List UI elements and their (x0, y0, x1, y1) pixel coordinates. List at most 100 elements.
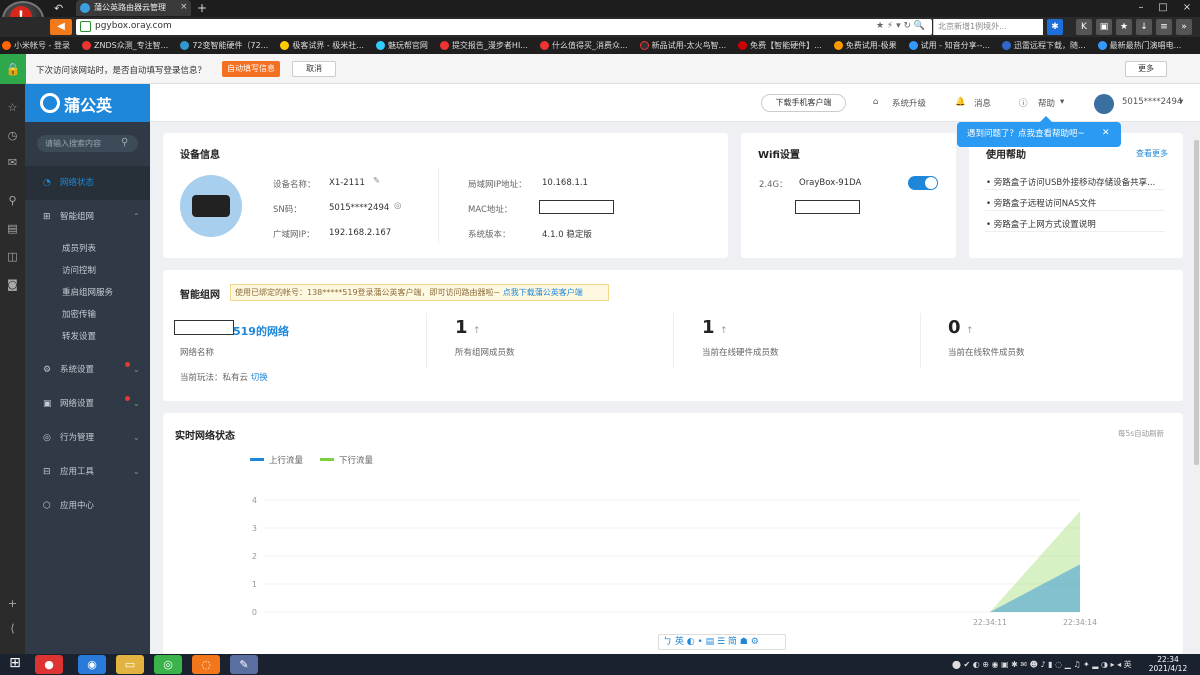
more-button[interactable]: 更多 (1125, 61, 1167, 77)
windows-start-icon[interactable]: ⊞ (5, 655, 25, 674)
bookmark-item[interactable]: 免费【智能硬件】... (738, 40, 822, 51)
mac-value-redacted (539, 200, 614, 214)
bookmark-item[interactable]: 小米帐号 - 登录 (2, 40, 70, 51)
bookmark-item[interactable]: 72变智能硬件（72... (180, 40, 268, 51)
brand-name[interactable]: 蒲公英 (64, 92, 112, 116)
help-item[interactable]: • 旁路盒子访问USB外接移动存储设备共享... (986, 176, 1155, 188)
scrollbar-thumb[interactable] (1194, 140, 1199, 465)
download-client-link[interactable]: 点我下载蒲公英客户端 (503, 288, 583, 297)
paint-icon[interactable]: ✎ (230, 655, 258, 674)
nav-encrypted-transfer[interactable]: 加密传输 (25, 304, 150, 326)
toolbar-icon[interactable]: K (1076, 19, 1092, 35)
bookmark-item[interactable]: ZNDS众测_专注智... (81, 40, 168, 51)
wan-ip-label: 广域网IP： (273, 230, 315, 240)
extension-icon[interactable]: ✱ (1047, 19, 1063, 35)
search-icon[interactable]: ⚲ (6, 194, 19, 207)
mail-icon[interactable]: ✉ (6, 156, 19, 169)
history-icon[interactable]: ◷ (6, 129, 19, 142)
bookmark-item[interactable]: 免费试用-极果 (833, 40, 897, 51)
chevron-down-icon[interactable]: ▾ (1179, 97, 1183, 107)
nav-app-center[interactable]: ⬡ 应用中心 (25, 489, 150, 523)
bell-icon[interactable]: 🔔 (955, 97, 966, 107)
bookmark-item[interactable]: 提交报告_漫步者HI... (439, 40, 528, 51)
nav-restart-service[interactable]: 重启组网服务 (25, 282, 150, 304)
nav-smart-network[interactable]: ⊞ 智能组网 ⌃ (25, 200, 150, 234)
help-tooltip[interactable]: 遇到问题了？点我查看帮助吧~ (957, 122, 1121, 147)
avatar[interactable] (1094, 94, 1114, 114)
bookmark-item[interactable]: 什么值得买_消费众... (539, 40, 628, 51)
add-icon[interactable]: + (6, 597, 19, 610)
help-item[interactable]: • 旁路盒子上网方式设置说明 (986, 218, 1096, 230)
nav-app-tools[interactable]: ⊟ 应用工具 ⌄ (25, 455, 150, 489)
help-item-text: 旁路盒子上网方式设置说明 (993, 220, 1096, 230)
menu-icon[interactable]: ≡ (1156, 19, 1172, 35)
download-icon[interactable]: ↓ (1136, 19, 1152, 35)
collapse-icon[interactable]: ⟨ (6, 622, 19, 635)
nav-member-list[interactable]: 成员列表 (25, 238, 150, 260)
upgrade-icon[interactable]: ⌂ (873, 97, 878, 107)
download-client-button[interactable]: 下载手机客户端 (761, 94, 846, 112)
close-tab-icon[interactable]: × (180, 2, 188, 12)
autofill-button[interactable]: 自动填写信息 (222, 61, 280, 77)
divider (920, 313, 921, 368)
switch-mode-link[interactable]: 切换 (251, 373, 268, 383)
messages-link[interactable]: 消息 (974, 97, 991, 109)
bag-icon[interactable]: ◫ (6, 250, 19, 263)
help-menu[interactable]: 帮助 (1038, 97, 1055, 109)
nav-system-settings[interactable]: ⚙ 系统设置 ⌄ (25, 353, 150, 387)
network-name[interactable]: 519的网络 (233, 323, 289, 339)
nav-forward-settings[interactable]: 转发设置 (25, 326, 150, 348)
nav-network-settings[interactable]: ▣ 网络设置 ⌄ (25, 387, 150, 421)
window-close-icon[interactable]: × (1176, 0, 1198, 16)
system-tray[interactable]: ⬤ ✔ ◐ ⊕ ◉ ▣ ✱ ✉ ☻ ♪ ▮ ◌ ▁ ♫ ✦ ▂ ◑ ▸ ◂ 英 (952, 659, 1132, 670)
account-name[interactable]: 5015****2494 (1122, 97, 1182, 107)
bookmark-item[interactable]: 最新最热门演唱电... (1097, 40, 1181, 51)
help-icon[interactable]: ⓘ (1019, 97, 1028, 109)
nav-access-control[interactable]: 访问控制 (25, 260, 150, 282)
minimize-icon[interactable]: – (1130, 0, 1152, 16)
notes-icon[interactable]: ▤ (6, 222, 19, 235)
help-item[interactable]: • 旁路盒子远程访问NAS文件 (986, 197, 1096, 209)
close-icon[interactable]: ✕ (1102, 128, 1110, 138)
ime-toolbar[interactable]: ㄅ 英 ◐ • ▤ ☰ 简 ☗ ⚙ (658, 634, 786, 650)
device-info-title: 设备信息 (180, 150, 220, 161)
legend-download-label[interactable]: 下行流量 (339, 454, 373, 466)
help-more-link[interactable]: 查看更多 (1136, 148, 1168, 159)
bookmark-item[interactable]: 魅玩帮官网 (375, 40, 428, 51)
bookmark-item[interactable]: 迅雷远程下载，随... (1002, 40, 1086, 51)
bookmark-item[interactable]: 新品试用-太火鸟智... (639, 40, 726, 51)
cancel-button[interactable]: 取消 (292, 61, 336, 77)
chevron-down-icon[interactable]: ▾ (1060, 97, 1064, 107)
url-input[interactable] (76, 19, 932, 35)
bookmark-item[interactable]: 极客试界 - 极米社... (280, 40, 364, 51)
new-tab-icon[interactable]: + (197, 1, 207, 15)
eye-off-icon[interactable]: ◎ (394, 201, 401, 211)
back-icon[interactable]: ◀ (50, 19, 72, 35)
browser-active-icon[interactable]: ◌ (192, 655, 220, 674)
online-software-count: 0 (948, 317, 961, 338)
nav-network-status[interactable]: ◔ 网络状态 (25, 166, 150, 200)
clock[interactable]: 22:34 2021/4/12 (1148, 655, 1188, 673)
undo-icon[interactable]: ↶ (54, 2, 63, 15)
nav-behavior-management[interactable]: ◎ 行为管理 ⌄ (25, 421, 150, 455)
edit-icon[interactable]: ✎ (373, 176, 380, 186)
star-icon[interactable]: ★ (1116, 19, 1132, 35)
legend-upload-label[interactable]: 上行流量 (269, 454, 303, 466)
system-upgrade-link[interactable]: 系统升级 (892, 97, 926, 109)
favorites-icon[interactable]: ☆ (6, 101, 19, 114)
nav-label: 网络状态 (60, 178, 95, 188)
browser-task-icon[interactable]: ◉ (78, 655, 106, 674)
browser-tab[interactable]: 蒲公英路由器云管理 (76, 0, 191, 16)
maximize-icon[interactable]: □ (1152, 0, 1174, 16)
bookmark-item[interactable]: 试用 - 知音分享--... (908, 40, 990, 51)
more-icon[interactable]: » (1176, 19, 1192, 35)
folder-icon[interactable]: ▭ (116, 655, 144, 674)
search-icon[interactable]: ⚲ (121, 137, 128, 148)
wechat-icon[interactable]: ◎ (154, 655, 182, 674)
y-tick-label: 3 (252, 524, 257, 533)
lock-icon[interactable]: ▣ (1096, 19, 1112, 35)
app-icon[interactable]: ● (35, 655, 63, 674)
url-actions[interactable]: ★ ⚡ ▾ ↻ 🔍 (876, 21, 925, 31)
game-icon[interactable]: ◙ (6, 278, 19, 291)
search-input[interactable]: 北京新增1例境外... (933, 19, 1043, 35)
